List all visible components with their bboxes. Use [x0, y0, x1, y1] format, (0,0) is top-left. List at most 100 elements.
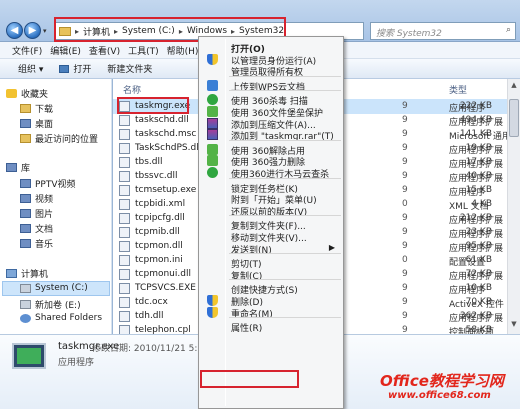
menu-divider — [229, 75, 341, 77]
file-size: 95 KB — [465, 241, 492, 251]
new-folder-button[interactable]: 新建文件夹 — [107, 62, 152, 75]
file-icon — [119, 171, 130, 182]
menu-item-label: 属性(R) — [231, 324, 263, 335]
file-name: tcpmonui.dll — [135, 269, 191, 279]
nav-drive-e[interactable]: 新加卷 (E:) — [20, 298, 81, 311]
file-size: 61 KB — [465, 255, 492, 265]
file-icon — [119, 129, 130, 140]
file-name: tbssvc.dll — [135, 171, 178, 181]
menu-divider — [229, 177, 341, 179]
file-icon — [119, 213, 130, 224]
rename-icon — [207, 306, 218, 318]
nav-recent[interactable]: 最近访问的位置 — [20, 132, 98, 145]
column-header-name[interactable]: 名称 — [123, 83, 141, 97]
organize-button[interactable]: 组织 ▾ — [18, 62, 43, 75]
file-name: TCPSVCS.EXE — [135, 283, 196, 293]
scroll-up-arrow-icon[interactable]: ▲ — [509, 81, 519, 93]
menu-view[interactable]: 查看(V) — [89, 44, 120, 57]
file-size: 23 KB — [465, 227, 492, 237]
menu-divider — [229, 279, 341, 281]
details-modified: 修改日期: 2010/11/21 5:2 — [92, 344, 204, 354]
scroll-down-arrow-icon[interactable]: ▼ — [509, 320, 519, 332]
file-name: tcpmon.ini — [135, 255, 183, 265]
search-placeholder: 搜索 System32 — [376, 29, 442, 39]
menu-divider — [229, 317, 341, 319]
file-date-fragment: 9 — [402, 101, 408, 111]
music-icon — [20, 239, 31, 248]
drive-icon — [20, 300, 31, 309]
context-menu: 打开(O) 以管理员身份运行(A) 管理员取得所有权 上传到WPS云文档 使用 360杀… — [198, 36, 344, 409]
trojan-scan-360-icon — [207, 167, 218, 178]
nav-pptv[interactable]: PPTV视频 — [20, 177, 76, 190]
navigation-pane: 收藏夹 下载 桌面 最近访问的位置 库 PPTV视频 视频 图片 文档 音乐 计… — [0, 79, 112, 334]
document-icon — [20, 224, 31, 233]
file-size: 19 KB — [465, 143, 492, 153]
file-icon — [119, 227, 130, 238]
submenu-arrow-icon: ▶ — [328, 242, 335, 252]
nav-desktop[interactable]: 桌面 — [20, 117, 53, 130]
file-size: 362 KB — [459, 311, 492, 321]
nav-computer[interactable]: 计算机 — [6, 267, 48, 280]
vertical-scrollbar[interactable]: ▲ ▼ — [507, 79, 520, 334]
scroll-thumb[interactable] — [509, 99, 519, 137]
file-date-fragment: 9 — [402, 227, 408, 237]
computer-icon — [6, 269, 17, 278]
menu-tools[interactable]: 工具(T) — [128, 44, 159, 57]
nav-downloads[interactable]: 下载 — [20, 102, 53, 115]
file-date-fragment: 9 — [402, 157, 408, 167]
menu-divider — [229, 90, 341, 92]
picture-icon — [20, 209, 31, 218]
file-date-fragment: 9 — [402, 311, 408, 321]
menu-divider — [229, 215, 341, 217]
nav-music[interactable]: 音乐 — [20, 237, 53, 250]
properties-menu-item[interactable]: 属性(R) — [199, 319, 343, 335]
file-name: tcpmib.dll — [135, 227, 180, 237]
open-button[interactable]: 打开 — [59, 62, 91, 75]
back-arrow-icon[interactable]: ◀ — [6, 22, 23, 39]
drive-icon — [20, 283, 31, 293]
nav-pictures[interactable]: 图片 — [20, 207, 53, 220]
menu-file[interactable]: 文件(F) — [12, 44, 42, 57]
file-name: tcpmon.dll — [135, 241, 183, 251]
file-size: 40 KB — [465, 171, 492, 181]
watermark-url: www.office68.com — [388, 390, 491, 401]
nav-shared-folders[interactable]: Shared Folders — [20, 313, 102, 323]
menu-edit[interactable]: 编辑(E) — [50, 44, 81, 57]
file-icon — [119, 199, 130, 210]
file-size: 222 KB — [459, 101, 492, 111]
file-size: 4 KB — [471, 199, 492, 209]
file-name: tcpipcfg.dll — [135, 213, 185, 223]
file-icon — [119, 143, 130, 154]
add-rar-icon — [207, 129, 218, 141]
library-icon — [6, 163, 17, 172]
file-size: 212 KB — [459, 213, 492, 223]
nav-drive-c[interactable]: System (C:) — [20, 283, 88, 293]
nav-libraries[interactable]: 库 — [6, 161, 30, 174]
details-file-type: 应用程序 — [58, 358, 95, 368]
file-icon — [119, 185, 130, 196]
file-size: 70 KB — [465, 297, 492, 307]
file-icon — [119, 241, 130, 252]
forward-arrow-icon[interactable]: ▶ — [24, 22, 41, 39]
file-name: tcmsetup.exe — [135, 185, 197, 195]
search-icon[interactable]: ⌕ — [506, 25, 511, 35]
file-size: 72 KB — [465, 269, 492, 279]
file-date-fragment: 9 — [402, 185, 408, 195]
nav-videos[interactable]: 视频 — [20, 192, 53, 205]
menu-divider — [229, 139, 341, 141]
file-icon — [119, 269, 130, 280]
nav-favorites[interactable]: 收藏夹 — [6, 87, 48, 100]
column-header-type[interactable]: 类型 — [449, 83, 467, 97]
nav-documents[interactable]: 文档 — [20, 222, 53, 235]
file-date-fragment: 9 — [402, 297, 408, 307]
open-icon — [59, 64, 70, 73]
menu-help[interactable]: 帮助(H) — [167, 44, 199, 57]
recent-pages-chevron-icon[interactable]: ▾ — [43, 27, 47, 35]
selected-file-highlight-box — [117, 97, 189, 114]
file-icon — [119, 115, 130, 126]
downloads-folder-icon — [20, 104, 31, 113]
open-label: 打开 — [73, 65, 92, 75]
search-input[interactable]: 搜索 System32 ⌕ — [370, 22, 516, 40]
shared-folder-icon — [20, 313, 31, 323]
file-name: tbs.dll — [135, 157, 163, 167]
